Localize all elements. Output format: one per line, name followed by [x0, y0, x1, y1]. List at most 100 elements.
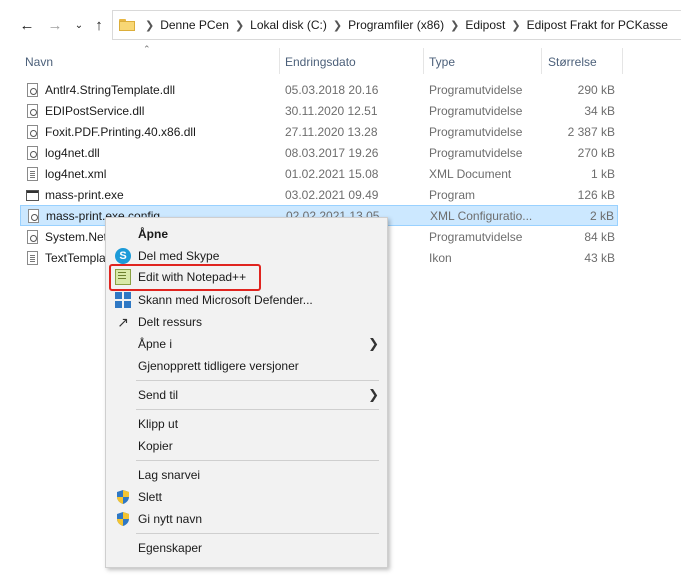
- file-row[interactable]: mass-print.exe 03.02.2021 09.49 Program …: [20, 185, 618, 206]
- up-arrow-icon[interactable]: ↑: [88, 14, 110, 36]
- menu-item-label: Kopier: [138, 439, 173, 453]
- menu-item-label: Edit with Notepad++: [138, 270, 247, 284]
- file-name: EDIPostService.dll: [45, 104, 145, 118]
- defender-icon: [115, 292, 131, 308]
- menu-item-label: Skann med Microsoft Defender...: [138, 293, 313, 307]
- menu-item-open-with[interactable]: Åpne i ❯: [106, 333, 387, 355]
- recent-locations-chevron-icon[interactable]: ⌄: [68, 14, 90, 36]
- share-icon: ↗: [117, 314, 129, 330]
- dll-icon: [26, 82, 40, 98]
- file-date: 01.02.2021 15.08: [285, 167, 379, 181]
- breadcrumb-item[interactable]: Programfiler (x86): [348, 18, 444, 32]
- file-name: Antlr4.StringTemplate.dll: [45, 83, 176, 97]
- breadcrumb-separator-icon[interactable]: ❯: [450, 19, 459, 32]
- menu-item-label: Gi nytt navn: [138, 512, 203, 526]
- menu-item-copy[interactable]: Kopier: [106, 435, 387, 457]
- breadcrumb-separator-icon[interactable]: ❯: [145, 19, 154, 32]
- file-size: 1 kB: [590, 167, 615, 181]
- menu-item-label: Lag snarvei: [138, 468, 201, 482]
- column-header-size[interactable]: Størrelse: [548, 55, 597, 69]
- file-name: log4net.dll: [45, 146, 100, 160]
- menu-item-label: Klipp ut: [138, 417, 179, 431]
- menu-separator: [136, 409, 379, 410]
- menu-item-scan-defender[interactable]: Skann med Microsoft Defender...: [106, 289, 387, 311]
- column-divider[interactable]: [423, 48, 424, 74]
- forward-arrow-icon[interactable]: →: [44, 14, 66, 36]
- dll-icon: [26, 103, 40, 119]
- file-name: System.Net: [45, 230, 108, 244]
- file-type: XML Document: [429, 167, 512, 181]
- menu-item-label: Slett: [138, 490, 163, 504]
- context-menu: Åpne S Del med Skype Edit with Notepad++…: [105, 217, 388, 568]
- menu-item-label: Delt ressurs: [138, 315, 203, 329]
- breadcrumb-separator-icon[interactable]: ❯: [333, 19, 342, 32]
- skype-icon: S: [115, 248, 131, 264]
- file-type: Programutvidelse: [429, 104, 523, 118]
- xml-icon: [26, 166, 40, 182]
- sort-ascending-icon: ⌃: [143, 44, 151, 54]
- menu-item-send-to[interactable]: Send til ❯: [106, 384, 387, 406]
- file-row[interactable]: EDIPostService.dll 30.11.2020 12.51 Prog…: [20, 101, 618, 122]
- file-size: 2 387 kB: [567, 125, 615, 139]
- menu-item-restore-versions[interactable]: Gjenopprett tidligere versjoner: [106, 355, 387, 377]
- config-icon: [27, 208, 41, 224]
- folder-icon: [119, 19, 135, 31]
- menu-item-rename[interactable]: Gi nytt navn: [106, 508, 387, 530]
- file-name: mass-print.exe: [45, 188, 124, 202]
- menu-item-edit-notepad[interactable]: Edit with Notepad++: [106, 266, 387, 288]
- file-name: TextTemplat: [45, 251, 110, 265]
- file-icon: [26, 250, 40, 266]
- uac-shield-icon: [115, 511, 131, 527]
- column-divider[interactable]: [279, 48, 280, 74]
- file-size: 34 kB: [584, 104, 615, 118]
- file-row[interactable]: Foxit.PDF.Printing.40.x86.dll 27.11.2020…: [20, 122, 618, 143]
- file-name: Foxit.PDF.Printing.40.x86.dll: [45, 125, 196, 139]
- menu-item-shared-resource[interactable]: ↗ Delt ressurs: [106, 311, 387, 333]
- file-size: 290 kB: [577, 83, 615, 97]
- file-size: 84 kB: [584, 230, 615, 244]
- file-name: log4net.xml: [45, 167, 107, 181]
- file-type: Programutvidelse: [429, 230, 523, 244]
- file-size: 43 kB: [584, 251, 615, 265]
- notepad-plus-plus-icon: [115, 269, 131, 285]
- dll-icon: [26, 145, 40, 161]
- breadcrumb-item[interactable]: Lokal disk (C:): [250, 18, 327, 32]
- column-divider[interactable]: [541, 48, 542, 74]
- breadcrumb-separator-icon[interactable]: ❯: [511, 19, 520, 32]
- file-row[interactable]: log4net.dll 08.03.2017 19.26 Programutvi…: [20, 143, 618, 164]
- menu-item-open[interactable]: Åpne: [106, 223, 387, 245]
- menu-item-cut[interactable]: Klipp ut: [106, 413, 387, 435]
- back-arrow-icon[interactable]: ←: [16, 14, 38, 36]
- file-date: 08.03.2017 19.26: [285, 146, 379, 160]
- breadcrumb-item[interactable]: Denne PCen: [160, 18, 229, 32]
- menu-item-label: Del med Skype: [138, 249, 220, 263]
- file-type: Ikon: [429, 251, 452, 265]
- file-size: 2 kB: [589, 209, 614, 223]
- navigation-bar: ← → ⌄ ↑ ❯ Denne PCen ❯ Lokal disk (C:) ❯…: [0, 0, 681, 50]
- breadcrumb-item[interactable]: Edipost Frakt for PCKasse: [527, 18, 668, 32]
- address-bar[interactable]: ❯ Denne PCen ❯ Lokal disk (C:) ❯ Program…: [112, 10, 681, 40]
- file-row[interactable]: log4net.xml 01.02.2021 15.08 XML Documen…: [20, 164, 618, 185]
- breadcrumb-item[interactable]: Edipost: [465, 18, 505, 32]
- file-size: 126 kB: [577, 188, 615, 202]
- chevron-right-icon: ❯: [368, 387, 379, 402]
- file-row[interactable]: Antlr4.StringTemplate.dll 05.03.2018 20.…: [20, 80, 618, 101]
- menu-item-create-shortcut[interactable]: Lag snarvei: [106, 464, 387, 486]
- file-type: XML Configuratio...: [430, 209, 533, 223]
- column-header-type[interactable]: Type: [429, 55, 455, 69]
- file-date: 05.03.2018 20.16: [285, 83, 379, 97]
- menu-item-properties[interactable]: Egenskaper: [106, 537, 387, 559]
- menu-item-label: Send til: [138, 388, 179, 402]
- column-header-name[interactable]: Navn: [25, 55, 53, 69]
- file-type: Programutvidelse: [429, 146, 523, 160]
- menu-item-delete[interactable]: Slett: [106, 486, 387, 508]
- file-date: 27.11.2020 13.28: [285, 125, 378, 139]
- breadcrumb-separator-icon[interactable]: ❯: [235, 19, 244, 32]
- menu-item-label: Åpne i: [138, 337, 173, 351]
- menu-separator: [136, 460, 379, 461]
- file-type: Programutvidelse: [429, 83, 523, 97]
- column-divider[interactable]: [622, 48, 623, 74]
- column-header-date[interactable]: Endringsdato: [285, 55, 356, 69]
- chevron-right-icon: ❯: [368, 336, 379, 351]
- uac-shield-icon: [115, 489, 131, 505]
